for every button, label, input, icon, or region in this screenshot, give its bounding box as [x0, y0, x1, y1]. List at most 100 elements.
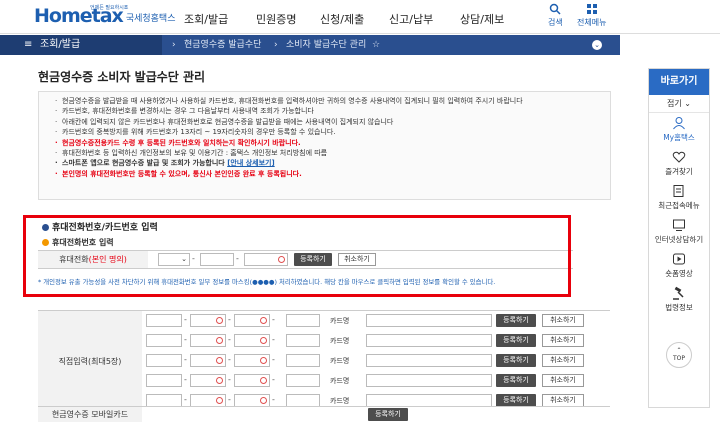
- card-register-button[interactable]: 등록하기: [496, 314, 536, 327]
- fold-label: 접기: [667, 99, 682, 108]
- all-menu-button[interactable]: 전체메뉴: [577, 3, 606, 28]
- quick-item-law[interactable]: 법령정보: [649, 283, 709, 317]
- breadcrumb-arrow-icon: ›: [172, 40, 176, 50]
- star-icon[interactable]: ☆: [372, 35, 380, 55]
- scroll-top-button[interactable]: ⌃ TOP: [666, 342, 692, 368]
- card-name-label: 카드명: [330, 337, 350, 345]
- card-table: 직접입력(최대5장) - - - 카드명 등록하기 취소하기 - - - 카드명 등록하기 취소하기 -…: [38, 310, 610, 411]
- card-number-input[interactable]: [190, 314, 226, 327]
- quick-menu-fold[interactable]: 접기 ⌄: [649, 95, 709, 113]
- mask-icon[interactable]: [216, 357, 223, 364]
- dash: -: [272, 375, 275, 384]
- quick-item-my-hometax[interactable]: My홈택스: [649, 113, 709, 147]
- quick-item-favorites[interactable]: 즐겨찾기: [649, 147, 709, 181]
- chevron-up-icon: ⌃: [676, 347, 682, 354]
- quick-item-recent[interactable]: 최근접속메뉴: [649, 181, 709, 215]
- mask-icon[interactable]: [216, 397, 223, 404]
- card-number-input[interactable]: [190, 334, 226, 347]
- card-name-input[interactable]: [366, 314, 492, 327]
- info-line: 카드번호, 휴대전화번호를 변경하시는 경우 그 다음날부터 사용내역 조회가 …: [55, 106, 604, 117]
- card-number-input[interactable]: [234, 374, 270, 387]
- card-number-input[interactable]: [190, 354, 226, 367]
- page-title: 현금영수증 소비자 발급수단 관리: [38, 70, 206, 84]
- card-name-input[interactable]: [366, 354, 492, 367]
- mask-icon[interactable]: [216, 337, 223, 344]
- breadcrumb-item[interactable]: 현금영수증 발급수단: [184, 35, 261, 55]
- card-row: - - - 카드명 등록하기 취소하기: [38, 334, 610, 352]
- card-name-input[interactable]: [366, 374, 492, 387]
- info-line: 휴대전화번호 등 입력하신 개인정보의 보유 및 이용기간 : 홈택스 개인정보…: [55, 148, 604, 159]
- dash: -: [272, 395, 275, 404]
- card-cancel-button[interactable]: 취소하기: [542, 374, 584, 387]
- card-number-input[interactable]: [286, 374, 320, 387]
- heart-icon: [672, 151, 686, 163]
- hometax-logo[interactable]: 언제든 필요하시죠 Hometax 국세청홈택스: [34, 5, 176, 26]
- recent-menu-icon: [673, 185, 684, 197]
- dash: -: [228, 395, 231, 404]
- card-number-input[interactable]: [234, 314, 270, 327]
- mask-icon[interactable]: [216, 317, 223, 324]
- card-number-input[interactable]: [146, 374, 182, 387]
- card-cancel-button[interactable]: 취소하기: [542, 354, 584, 367]
- card-register-button[interactable]: 등록하기: [496, 374, 536, 387]
- gnb-item[interactable]: 민원증명: [256, 11, 296, 27]
- quick-item-consult[interactable]: 인터넷상담하기: [649, 215, 709, 249]
- logo-subtext: 국세청홈택스: [125, 14, 176, 24]
- gnb-item[interactable]: 신청/제출: [320, 11, 364, 27]
- card-number-input[interactable]: [146, 334, 182, 347]
- top-label: TOP: [672, 355, 685, 362]
- grid-icon: [586, 4, 597, 14]
- card-number-input[interactable]: [234, 354, 270, 367]
- hamburger-icon: ≡: [24, 39, 33, 50]
- card-number-input[interactable]: [286, 354, 320, 367]
- dash: -: [228, 355, 231, 364]
- mask-icon[interactable]: [260, 357, 267, 364]
- detail-link[interactable]: [안내 상세보기]: [227, 159, 274, 167]
- dash: -: [228, 335, 231, 344]
- card-number-input[interactable]: [190, 374, 226, 387]
- card-number-input[interactable]: [146, 314, 182, 327]
- quick-item-label: 법령정보: [665, 303, 693, 312]
- top-header: 언제든 필요하시죠 Hometax 국세청홈택스 조회/발급 민원증명 신청/제…: [0, 0, 720, 34]
- info-line-app: 스마트폰 앱으로 현금영수증 발급 및 조회가 가능합니다 [안내 상세보기]: [55, 158, 604, 169]
- quick-menu-title: 바로가기: [649, 69, 709, 95]
- dash: -: [272, 355, 275, 364]
- mask-icon[interactable]: [260, 317, 267, 324]
- mask-icon[interactable]: [260, 397, 267, 404]
- quick-item-shorts[interactable]: 숏폼영상: [649, 249, 709, 283]
- gnb-item[interactable]: 조회/발급: [184, 11, 228, 27]
- mask-icon[interactable]: [260, 337, 267, 344]
- monitor-icon: [673, 219, 685, 231]
- mobile-register-button[interactable]: 등록하기: [368, 408, 408, 421]
- card-number-input[interactable]: [234, 334, 270, 347]
- info-line: 현금영수증을 발급받을 때 사용하였거나 사용하실 카드번호, 휴대전화번호를 …: [55, 96, 604, 107]
- breadcrumb-item[interactable]: 소비자 발급수단 관리: [286, 35, 366, 55]
- card-name-input[interactable]: [366, 334, 492, 347]
- quick-item-label: 즐겨찾기: [665, 167, 693, 176]
- card-cancel-button[interactable]: 취소하기: [542, 334, 584, 347]
- card-register-button[interactable]: 등록하기: [496, 334, 536, 347]
- chevron-down-icon[interactable]: ⌄: [592, 40, 602, 50]
- info-line-app-text: 스마트폰 앱으로 현금영수증 발급 및 조회가 가능합니다: [62, 159, 225, 168]
- card-name-label: 카드명: [330, 357, 350, 365]
- mobile-card-row: 현금영수증 모바일카드 등록하기: [38, 406, 610, 422]
- menu-toggle-button[interactable]: ≡ 조회/발급: [0, 35, 162, 55]
- quick-item-label: 인터넷상담하기: [654, 235, 704, 244]
- gnb-item[interactable]: 상담/제보: [460, 11, 504, 27]
- card-number-input[interactable]: [286, 314, 320, 327]
- dash: -: [184, 315, 187, 324]
- card-register-button[interactable]: 등록하기: [496, 354, 536, 367]
- info-line: 아래칸에 입력되지 않은 카드번호나 휴대전화번호로 현금영수증을 발급받을 때…: [55, 117, 604, 128]
- dash: -: [272, 315, 275, 324]
- chevron-down-icon: ⌄: [684, 99, 691, 108]
- info-line: 카드번호의 중복방지를 위해 카드번호가 13자리 ~ 19자리숫자의 경우만 …: [55, 127, 604, 138]
- mask-icon[interactable]: [216, 377, 223, 384]
- dash: -: [184, 335, 187, 344]
- mask-icon[interactable]: [260, 377, 267, 384]
- card-number-input[interactable]: [286, 334, 320, 347]
- search-button[interactable]: 검색: [548, 3, 563, 28]
- card-number-input[interactable]: [146, 354, 182, 367]
- gnb-item[interactable]: 신고/납부: [389, 11, 433, 27]
- menu-label: 조회/발급: [40, 39, 81, 50]
- card-cancel-button[interactable]: 취소하기: [542, 314, 584, 327]
